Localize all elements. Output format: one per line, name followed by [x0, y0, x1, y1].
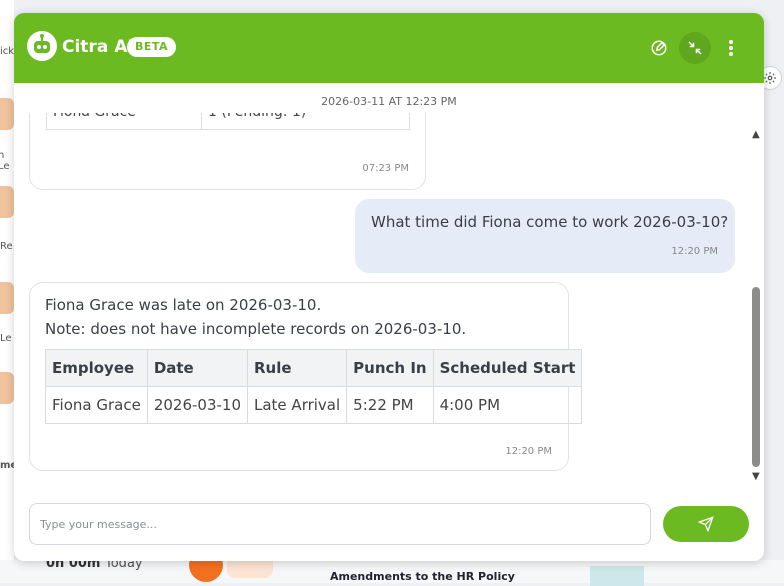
bg-news-tile — [590, 566, 644, 586]
message-time: 07:23 PM — [362, 163, 409, 174]
chat-window: Citra AI BETA 2026-03-11 AT 12:23 PM 07:… — [14, 13, 764, 561]
message-time: 12:20 PM — [505, 446, 552, 457]
robot-logo-icon — [26, 30, 58, 62]
table-header-row: Employee Date Rule Punch In Scheduled St… — [45, 349, 583, 387]
date-separator: 2026-03-11 AT 12:23 PM — [321, 95, 457, 108]
bot-message-line: Fiona Grace was late on 2026-03-10. — [45, 296, 322, 314]
table-cell: 4:00 PM — [432, 386, 583, 424]
column-header: Punch In — [346, 349, 434, 387]
chat-header: Citra AI BETA — [14, 13, 764, 83]
bg-label: Re — [0, 241, 13, 252]
previous-table: Fiona Grace 1 (Pending: 1) — [46, 113, 410, 130]
result-table: Employee Date Rule Punch In Scheduled St… — [45, 349, 583, 424]
scrollbar[interactable]: ▲ ▼ — [751, 129, 761, 485]
column-header: Rule — [246, 349, 348, 387]
user-message: What time did Fiona come to work 2026-03… — [355, 199, 735, 273]
beta-badge: BETA — [127, 37, 177, 57]
table-cell: Fiona Grace — [46, 113, 202, 130]
bg-label: ick — [0, 46, 15, 57]
send-icon — [698, 516, 714, 532]
bg-avatar — [0, 282, 14, 314]
bg-avatar — [0, 98, 14, 130]
table-cell: 1 (Pending: 1) — [201, 113, 410, 130]
message-list[interactable]: Fiona Grace 1 (Pending: 1) 07:23 PM What… — [14, 113, 750, 483]
bot-message: Fiona Grace was late on 2026-03-10. Note… — [29, 282, 583, 471]
table-cell: 5:22 PM — [346, 386, 434, 424]
scrollbar-thumb[interactable] — [752, 287, 760, 467]
bg-news-title: Amendments to the HR Policy — [330, 570, 515, 583]
edit-icon[interactable] — [643, 32, 675, 64]
column-header: Employee — [45, 349, 148, 387]
bg-avatar — [0, 186, 14, 218]
table-cell: Late Arrival — [246, 386, 348, 424]
table-row: Fiona Grace 2026-03-10 Late Arrival 5:22… — [45, 386, 583, 424]
message-input[interactable] — [29, 503, 651, 545]
table-cell: 2026-03-10 — [146, 386, 249, 424]
bg-label: n Le — [0, 150, 10, 172]
column-header: Date — [146, 349, 249, 387]
bg-label: Le — [0, 333, 12, 344]
background-left-panel: ick n Le Re Le me — [0, 0, 17, 583]
background-bottom-strip: 0h 00m Today Amendments to the HR Policy — [0, 548, 784, 586]
more-vertical-icon[interactable] — [715, 32, 747, 64]
bot-message-line: Note: does not have incomplete records o… — [45, 320, 467, 338]
column-header: Scheduled Start — [432, 349, 583, 387]
user-message-text: What time did Fiona come to work 2026-03… — [371, 213, 729, 231]
bot-message-previous: Fiona Grace 1 (Pending: 1) 07:23 PM — [29, 113, 426, 190]
table-cell: Fiona Grace — [45, 386, 148, 424]
chat-title: Citra AI — [62, 37, 134, 57]
scroll-up-icon[interactable]: ▲ — [752, 129, 760, 140]
table-row: Fiona Grace 1 (Pending: 1) — [46, 113, 410, 130]
scroll-down-icon[interactable]: ▼ — [752, 471, 760, 482]
bg-avatar — [0, 372, 14, 404]
minimize-icon[interactable] — [679, 32, 711, 64]
send-button[interactable] — [663, 506, 749, 542]
message-time: 12:20 PM — [671, 246, 718, 257]
